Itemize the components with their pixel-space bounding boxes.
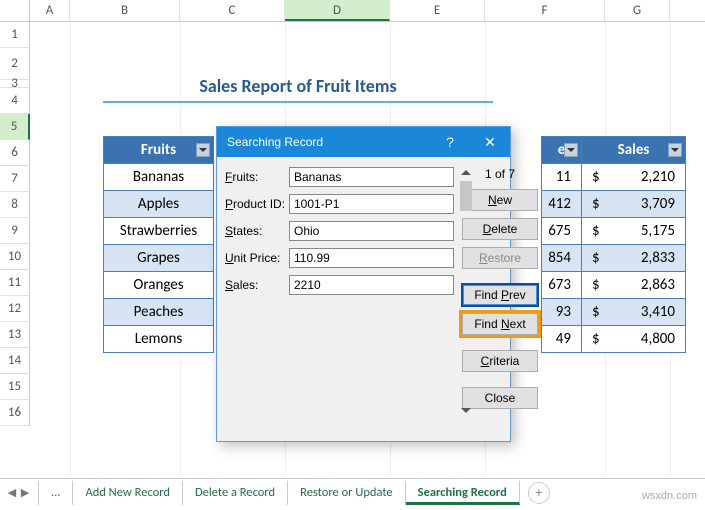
cell-e[interactable]: 675: [542, 218, 582, 245]
col-A[interactable]: A: [30, 0, 70, 21]
tab-searching-record[interactable]: Searching Record: [406, 481, 520, 505]
criteria-button[interactable]: Criteria: [462, 350, 538, 372]
scrollbar-thumb[interactable]: [460, 181, 472, 211]
currency-symbol: $: [582, 245, 602, 272]
header-partial-e[interactable]: e: [542, 137, 582, 164]
label-fruits: Fruits:: [225, 170, 289, 184]
filter-icon[interactable]: [196, 143, 210, 157]
searching-record-dialog: Searching Record ? ✕ Fruits: Product ID:…: [216, 126, 511, 442]
find-next-button[interactable]: Find Next: [462, 313, 538, 335]
watermark: wsxdn.com: [642, 490, 697, 502]
row-1[interactable]: 1: [0, 22, 30, 48]
close-icon[interactable]: ✕: [470, 127, 510, 157]
row-4[interactable]: 4: [0, 88, 30, 114]
cell-e[interactable]: 673: [542, 272, 582, 299]
cell-e[interactable]: 93: [542, 299, 582, 326]
close-button[interactable]: Close: [462, 387, 538, 409]
row-14[interactable]: 14: [0, 348, 30, 374]
row-3[interactable]: 3: [0, 80, 30, 88]
label-states: States:: [225, 224, 289, 238]
header-fruits[interactable]: Fruits: [104, 137, 214, 164]
label-sales: Sales:: [225, 278, 289, 292]
row-headers: 1 2 3 4 5 6 7 8 9 10 11 12 13 14 15 16: [0, 22, 30, 426]
col-D[interactable]: D: [285, 0, 390, 21]
header-sales-label: Sales: [618, 141, 650, 159]
cell-sales[interactable]: 4,800: [602, 326, 686, 353]
tab-nav-icon[interactable]: ◀ ▶: [0, 486, 38, 499]
cell-sales[interactable]: 3,410: [602, 299, 686, 326]
cell-fruit[interactable]: Peaches: [104, 299, 214, 326]
header-sales[interactable]: Sales: [582, 137, 686, 164]
cell-e[interactable]: 412: [542, 191, 582, 218]
cell-sales[interactable]: 2,863: [602, 272, 686, 299]
select-all-corner[interactable]: [0, 0, 30, 21]
report-title: Sales Report of Fruit Items: [103, 75, 493, 103]
tab-add-new-record[interactable]: Add New Record: [73, 481, 183, 505]
currency-symbol: $: [582, 299, 602, 326]
cell-e[interactable]: 854: [542, 245, 582, 272]
data-table: Fruits Bananas Apples Strawberries Grape…: [103, 136, 214, 353]
col-E[interactable]: E: [390, 0, 485, 21]
dialog-title-text: Searching Record: [227, 135, 323, 149]
row-13[interactable]: 13: [0, 322, 30, 348]
label-unitprice: Unit Price:: [225, 251, 289, 265]
row-5[interactable]: 5: [0, 114, 30, 140]
row-7[interactable]: 7: [0, 166, 30, 192]
row-9[interactable]: 9: [0, 218, 30, 244]
row-6[interactable]: 6: [0, 140, 30, 166]
record-counter: 1 of 7: [485, 167, 515, 181]
currency-symbol: $: [582, 272, 602, 299]
cell-sales[interactable]: 2,833: [602, 245, 686, 272]
dialog-titlebar[interactable]: Searching Record ? ✕: [217, 127, 510, 157]
cell-fruit[interactable]: Oranges: [104, 272, 214, 299]
help-icon[interactable]: ?: [430, 127, 470, 157]
cell-sales[interactable]: 5,175: [602, 218, 686, 245]
input-sales[interactable]: [289, 275, 454, 295]
tab-restore-update[interactable]: Restore or Update: [288, 481, 406, 505]
currency-symbol: $: [582, 218, 602, 245]
tab-overflow[interactable]: ...: [38, 481, 73, 505]
cell-fruit[interactable]: Bananas: [104, 164, 214, 191]
row-11[interactable]: 11: [0, 270, 30, 296]
row-15[interactable]: 15: [0, 374, 30, 400]
delete-button[interactable]: Delete: [462, 218, 538, 240]
tab-delete-record[interactable]: Delete a Record: [183, 481, 288, 505]
new-button[interactable]: New: [462, 189, 538, 211]
col-C[interactable]: C: [180, 0, 285, 21]
row-10[interactable]: 10: [0, 244, 30, 270]
filter-icon[interactable]: [564, 143, 578, 157]
currency-symbol: $: [582, 164, 602, 191]
input-fruits[interactable]: [289, 167, 454, 187]
restore-button[interactable]: Restore: [462, 247, 538, 269]
row-16[interactable]: 16: [0, 400, 30, 426]
header-fruits-label: Fruits: [141, 141, 176, 159]
cell-fruit[interactable]: Apples: [104, 191, 214, 218]
col-F[interactable]: F: [485, 0, 605, 21]
cell-sales[interactable]: 3,709: [602, 191, 686, 218]
input-states[interactable]: [289, 221, 454, 241]
cell-sales[interactable]: 2,210: [602, 164, 686, 191]
col-B[interactable]: B: [70, 0, 180, 21]
row-12[interactable]: 12: [0, 296, 30, 322]
new-sheet-icon[interactable]: +: [528, 482, 550, 504]
col-G[interactable]: G: [605, 0, 670, 21]
input-productid[interactable]: [289, 194, 454, 214]
find-prev-button[interactable]: Find Prev: [462, 284, 538, 306]
currency-symbol: $: [582, 326, 602, 353]
column-headers: A B C D E F G: [0, 0, 705, 22]
cell-fruit[interactable]: Lemons: [104, 326, 214, 353]
currency-symbol: $: [582, 191, 602, 218]
cell-fruit[interactable]: Strawberries: [104, 218, 214, 245]
filter-icon[interactable]: [668, 143, 682, 157]
input-unitprice[interactable]: [289, 248, 454, 268]
cell-fruit[interactable]: Grapes: [104, 245, 214, 272]
row-8[interactable]: 8: [0, 192, 30, 218]
cell-e[interactable]: 11: [542, 164, 582, 191]
dialog-fields: Fruits: Product ID: States: Unit Price: …: [225, 167, 454, 416]
label-productid: Product ID:: [225, 197, 289, 211]
sheet-tabs: ◀ ▶ ... Add New Record Delete a Record R…: [0, 478, 705, 506]
cell-e[interactable]: 49: [542, 326, 582, 353]
data-table-right: e Sales 11$2,210 412$3,709 675$5,175 854…: [541, 136, 686, 353]
